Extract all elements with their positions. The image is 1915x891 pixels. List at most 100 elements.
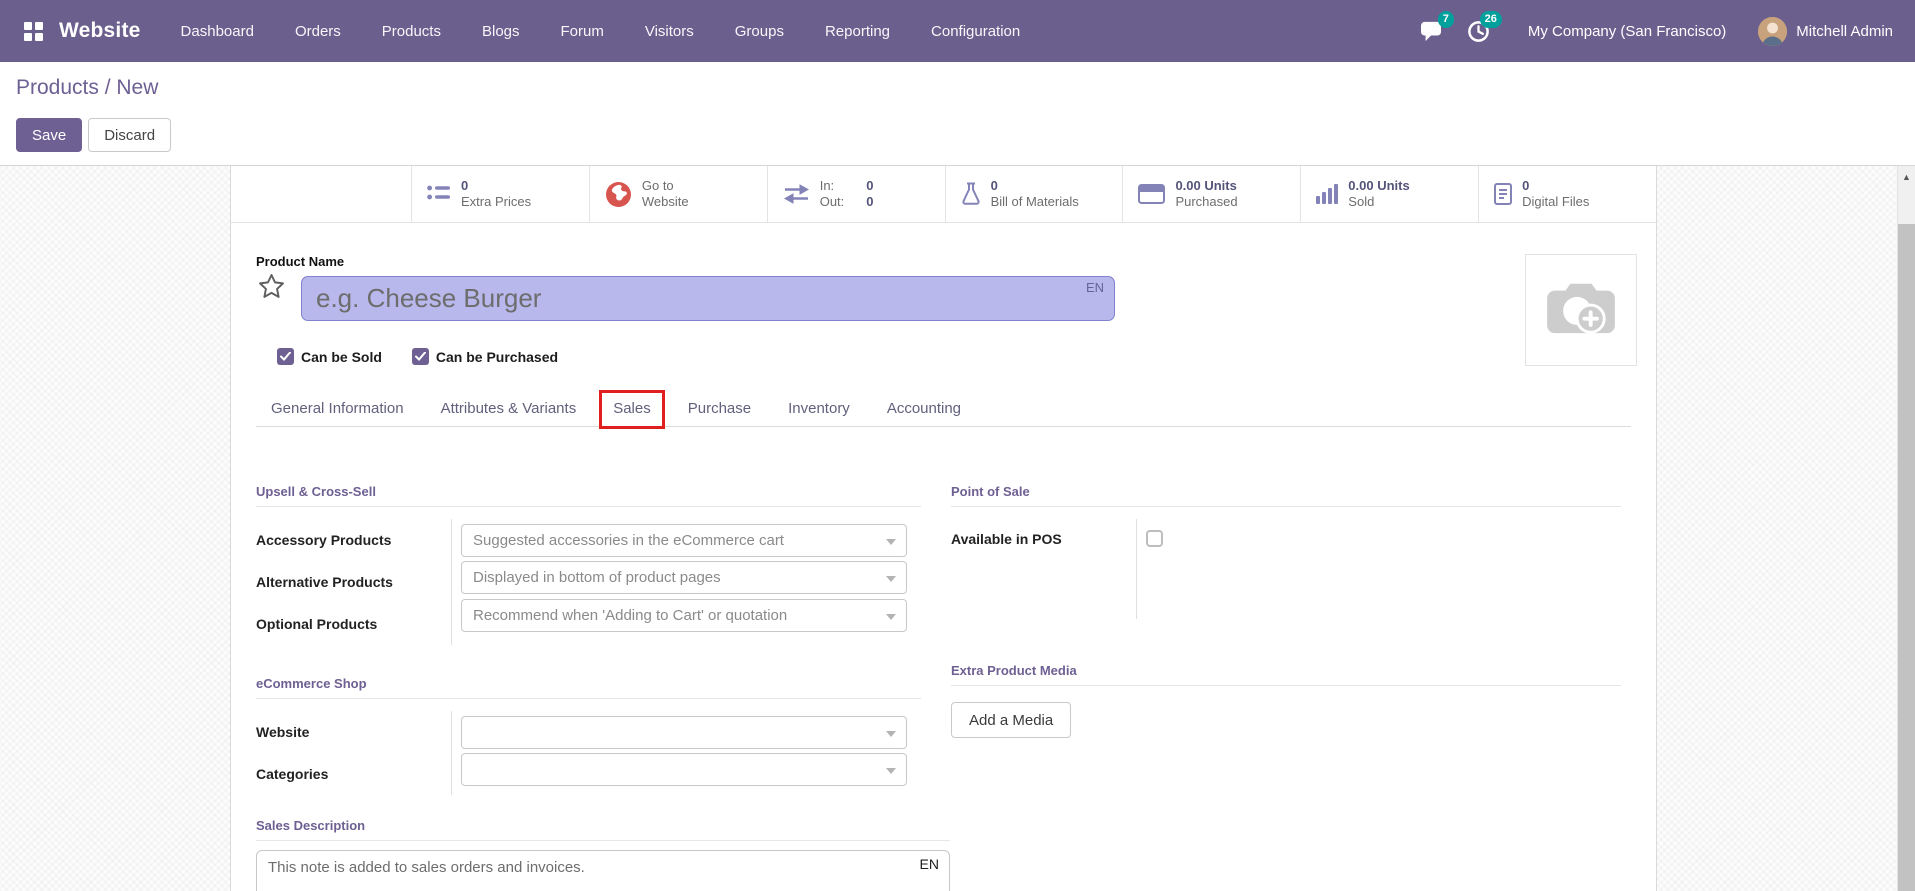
tab-sales[interactable]: Sales (599, 390, 665, 429)
chevron-down-icon (886, 613, 896, 620)
categories-input[interactable] (461, 753, 907, 786)
nav-item-groups[interactable]: Groups (735, 23, 784, 40)
ecommerce-fields: Website Categories (256, 711, 921, 795)
can-be-purchased-checkbox[interactable] (411, 348, 429, 365)
sales-description-language-badge[interactable]: EN (920, 856, 939, 872)
globe-icon (605, 181, 632, 208)
user-menu[interactable]: Mitchell Admin (1758, 16, 1893, 46)
optional-products-label: Optional Products (256, 616, 378, 632)
units-purchased-button[interactable]: 0.00 Units Purchased (1122, 166, 1301, 222)
tab-purchase[interactable]: Purchase (688, 400, 751, 417)
pos-section-title: Point of Sale (951, 476, 1621, 507)
company-switcher[interactable]: My Company (San Francisco) (1528, 23, 1726, 40)
sales-tab-left-column: Upsell & Cross-Sell Accessory Products A… (256, 476, 921, 795)
optional-products-input[interactable]: Recommend when 'Adding to Cart' or quota… (461, 598, 907, 632)
form-tabs: General Information Attributes & Variant… (256, 390, 1631, 429)
app-title[interactable]: Website (59, 19, 141, 43)
tab-inventory[interactable]: Inventory (788, 400, 850, 417)
product-image-upload[interactable] (1525, 254, 1637, 366)
go-to-website-line1: Go to (641, 178, 674, 193)
accessory-products-label: Accessory Products (256, 532, 392, 548)
control-panel: Products / New Save Discard (0, 62, 1915, 165)
nav-item-configuration[interactable]: Configuration (931, 23, 1020, 40)
form-sheet: 0 Extra Prices Go to Website In: 0 Out: 0 (230, 166, 1657, 891)
digital-files-button[interactable]: 0 Digital Files (1478, 166, 1656, 222)
breadcrumb-separator: / (98, 76, 117, 99)
product-name-language-badge[interactable]: EN (1086, 280, 1104, 295)
nav-item-visitors[interactable]: Visitors (645, 23, 694, 40)
stat-row-spacer (231, 166, 411, 222)
nav-item-forum[interactable]: Forum (561, 23, 604, 40)
available-in-pos-label: Available in POS (951, 531, 1062, 547)
units-sold-button[interactable]: 0.00 Units Sold (1300, 166, 1479, 222)
sold-value: 0.00 Units (1348, 178, 1410, 193)
tab-attributes-variants[interactable]: Attributes & Variants (441, 400, 577, 417)
nav-item-products[interactable]: Products (382, 23, 441, 40)
stat-button-row: 0 Extra Prices Go to Website In: 0 Out: 0 (231, 166, 1656, 223)
flask-icon (961, 182, 981, 206)
breadcrumb-products-link[interactable]: Products (16, 76, 99, 99)
sales-description-title: Sales Description (256, 814, 950, 841)
save-button[interactable]: Save (16, 118, 83, 152)
nav-menu: Dashboard Orders Products Blogs Forum Vi… (181, 23, 1021, 40)
chevron-down-icon (886, 730, 896, 737)
stock-in-value: 0 (866, 178, 874, 193)
activities-clock-icon[interactable]: 26 (1466, 11, 1502, 44)
purchased-value: 0.00 Units (1175, 178, 1237, 193)
tab-sales-label: Sales (613, 400, 651, 417)
discard-button[interactable]: Discard (88, 118, 172, 152)
scrollbar-up-arrow[interactable]: ▲ (1898, 173, 1915, 182)
accessory-products-input[interactable]: Suggested accessories in the eCommerce c… (461, 523, 907, 557)
stock-moves-button[interactable]: In: 0 Out: 0 (766, 166, 945, 222)
available-in-pos-checkbox[interactable] (1146, 530, 1163, 547)
nav-item-reporting[interactable]: Reporting (825, 23, 890, 40)
sales-tab-right-column: Point of Sale Available in POS Extra Pro… (951, 476, 1621, 738)
add-a-media-button[interactable]: Add a Media (951, 702, 1072, 738)
extra-prices-value: 0 (461, 178, 469, 193)
extra-media-section-title: Extra Product Media (951, 655, 1621, 686)
chevron-down-icon (886, 576, 896, 582)
can-be-sold-label: Can be Sold (301, 348, 382, 365)
nav-item-dashboard[interactable]: Dashboard (181, 23, 254, 40)
chevron-down-icon (886, 538, 896, 545)
digital-files-label: Digital Files (1522, 194, 1590, 209)
product-name-input[interactable] (301, 276, 1115, 321)
website-input[interactable] (461, 715, 907, 749)
favorite-star-icon[interactable] (257, 272, 286, 306)
nav-item-orders[interactable]: Orders (295, 23, 341, 40)
tab-general-information[interactable]: General Information (271, 400, 404, 417)
document-icon (1494, 183, 1513, 205)
alternative-products-input[interactable]: Displayed in bottom of product pages (461, 561, 907, 594)
breadcrumb: Products / New (16, 76, 158, 100)
go-to-website-button[interactable]: Go to Website (588, 166, 767, 222)
ecommerce-section-title: eCommerce Shop (256, 668, 921, 699)
optional-products-placeholder: Recommend when 'Adding to Cart' or quota… (473, 606, 788, 624)
activities-badge: 26 (1479, 11, 1502, 28)
product-name-label: Product Name (256, 254, 345, 269)
nav-item-blogs[interactable]: Blogs (482, 23, 520, 40)
accessory-products-placeholder: Suggested accessories in the eCommerce c… (473, 531, 784, 549)
spreadsheet-icon (1138, 184, 1166, 204)
sold-label: Sold (1348, 194, 1375, 209)
alternative-products-placeholder: Displayed in bottom of product pages (473, 569, 721, 586)
can-be-sold-checkbox[interactable] (277, 348, 294, 365)
digital-files-value: 0 (1522, 178, 1530, 193)
stock-out-label: Out: (819, 194, 845, 209)
scrollbar-thumb[interactable] (1898, 224, 1915, 891)
extra-prices-button[interactable]: 0 Extra Prices (411, 166, 589, 222)
sales-description-textarea[interactable] (256, 850, 950, 891)
messages-icon[interactable]: 7 (1418, 11, 1454, 44)
transfer-arrows-icon (783, 184, 810, 204)
alternative-products-label: Alternative Products (256, 574, 393, 590)
apps-grid-icon[interactable] (24, 21, 43, 41)
stock-in-label: In: (819, 178, 835, 193)
bill-of-materials-button[interactable]: 0 Bill of Materials (944, 166, 1123, 222)
breadcrumb-current: New (116, 76, 159, 99)
purchased-label: Purchased (1175, 194, 1238, 209)
categories-label: Categories (256, 766, 329, 782)
top-nav: Website Dashboard Orders Products Blogs … (0, 0, 1915, 62)
pos-fields-group: Available in POS (951, 519, 1621, 619)
tab-accounting[interactable]: Accounting (887, 400, 961, 417)
upsell-section-title: Upsell & Cross-Sell (256, 476, 921, 507)
vertical-scrollbar[interactable]: ▲ (1897, 166, 1915, 891)
